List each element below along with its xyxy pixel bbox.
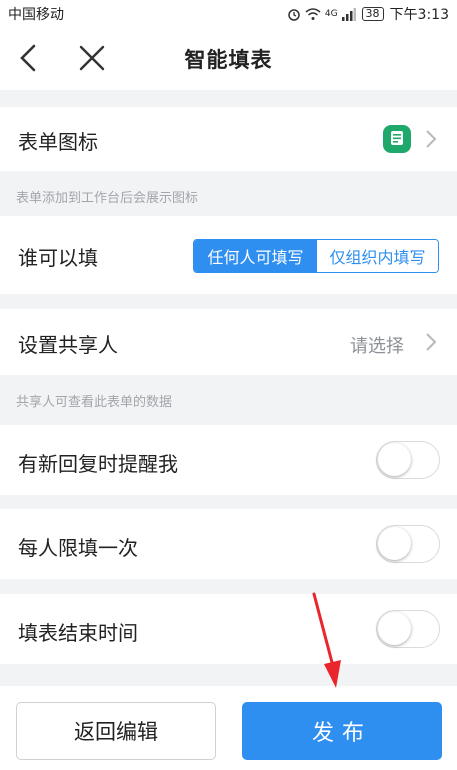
form-icon-label: 表单图标	[18, 130, 98, 154]
option-anyone[interactable]: 任何人可填写	[194, 240, 317, 272]
status-time: 下午3:13	[389, 7, 449, 23]
form-icon-hint: 表单添加到工作台后会展示图标	[16, 191, 199, 206]
share-label: 设置共享人	[18, 333, 118, 357]
alarm-icon	[288, 9, 300, 21]
network-label: 4G	[324, 9, 338, 19]
chevron-right-icon	[426, 130, 437, 148]
signal-icon	[341, 7, 356, 21]
share-hint: 共享人可查看此表单的数据	[16, 395, 173, 410]
publish-button[interactable]: 发布	[242, 702, 442, 760]
end-time-toggle[interactable]	[376, 610, 440, 648]
toggle-label: 有新回复时提醒我	[18, 452, 178, 476]
wifi-icon	[305, 7, 321, 20]
form-icon	[383, 125, 411, 153]
toggle-knob	[378, 527, 411, 560]
toggle-label: 填表结束时间	[18, 621, 138, 645]
annotation-arrow-icon	[312, 592, 341, 688]
toggle-knob	[378, 612, 411, 645]
toggle-knob	[378, 443, 411, 476]
once-per-person-toggle[interactable]	[376, 525, 440, 563]
status-bar: 中国移动 4G 38 下午3:13	[0, 0, 457, 26]
bottom-action-bar: 返回编辑 发布	[0, 686, 457, 770]
option-org-only[interactable]: 仅组织内填写	[317, 240, 438, 272]
toggle-label: 每人限填一次	[18, 536, 138, 560]
who-can-fill-label: 谁可以填	[18, 246, 98, 270]
battery-indicator: 38	[361, 7, 384, 21]
page-title: 智能填表	[184, 48, 273, 72]
carrier-label: 中国移动	[8, 7, 64, 23]
status-icons: 4G 38 下午3:13	[287, 4, 449, 24]
chevron-right-icon	[426, 333, 437, 351]
reply-notify-toggle[interactable]	[376, 441, 440, 479]
who-can-fill-segmented-control: 任何人可填写 仅组织内填写	[193, 239, 439, 273]
back-to-edit-button[interactable]: 返回编辑	[16, 702, 216, 760]
nav-bar: 智能填表	[0, 26, 457, 90]
share-placeholder: 请选择	[350, 336, 404, 357]
